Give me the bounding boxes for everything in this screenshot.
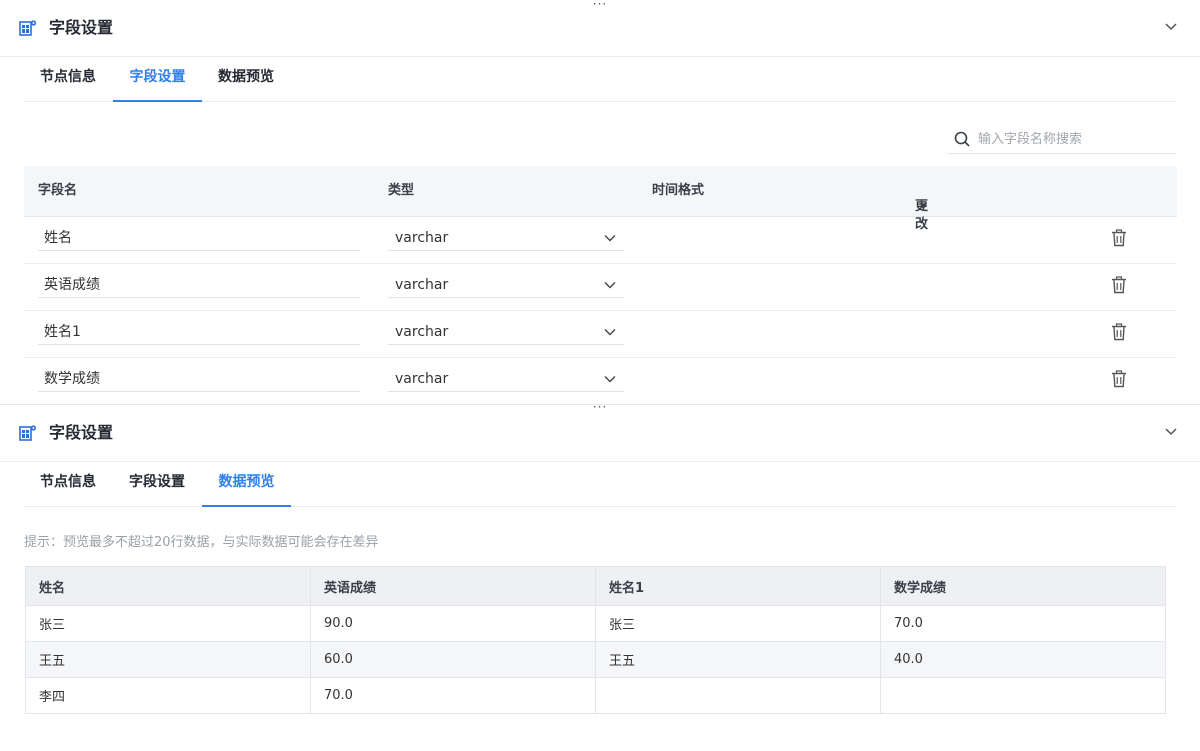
field-type-value: varchar <box>395 277 449 293</box>
panel-header: 字段设置 <box>0 405 1200 462</box>
column-header: 数学成绩 <box>880 566 1166 606</box>
field-row: 姓名 varchar <box>24 217 1177 264</box>
column-header: 姓名 <box>25 566 311 606</box>
table-cell: 张三 <box>595 605 881 642</box>
column-header-type: 类型 <box>388 183 415 198</box>
chevron-down-icon <box>604 329 616 336</box>
field-type-value: varchar <box>395 324 449 340</box>
preview-table: 姓名 英语成绩 姓名1 数学成绩 张三 90.0 张三 70.0 王五 60.0… <box>25 566 1166 714</box>
trash-icon[interactable] <box>1111 229 1127 247</box>
panel-title: 字段设置 <box>49 18 114 37</box>
table-row: 张三 90.0 张三 70.0 <box>25 605 1166 642</box>
tab-node-info[interactable]: 节点信息 <box>24 461 112 505</box>
tab-data-preview[interactable]: 数据预览 <box>202 56 290 100</box>
field-type-value: varchar <box>395 371 449 387</box>
field-name-input[interactable]: 姓名1 <box>38 320 360 345</box>
column-header-field-name: 字段名 <box>38 183 78 198</box>
column-header-time-format: 时间格式 <box>652 183 705 198</box>
table-cell <box>595 677 881 714</box>
chevron-down-icon[interactable] <box>1164 22 1178 32</box>
trash-icon[interactable] <box>1111 276 1127 294</box>
field-row: 数学成绩 varchar <box>24 358 1177 405</box>
tab-bar: 节点信息 字段设置 数据预览 <box>24 56 1177 102</box>
tab-node-info[interactable]: 节点信息 <box>24 56 112 100</box>
tab-field-settings[interactable]: 字段设置 <box>113 461 201 505</box>
field-type-value: varchar <box>395 230 449 246</box>
trash-icon[interactable] <box>1111 323 1127 341</box>
field-type-select[interactable]: varchar <box>388 273 624 298</box>
column-header: 英语成绩 <box>310 566 596 606</box>
search-input[interactable] <box>978 128 1168 150</box>
tab-data-preview[interactable]: 数据预览 <box>202 461 291 507</box>
table-cell: 李四 <box>25 677 311 714</box>
table-row: 王五 60.0 王五 40.0 <box>25 641 1166 678</box>
chevron-down-icon <box>604 235 616 242</box>
panel-header: 字段设置 <box>0 0 1200 57</box>
table-cell: 70.0 <box>880 605 1166 642</box>
table-cell: 90.0 <box>310 605 596 642</box>
field-table-header: 字段名 类型 时间格式 更改 ▼ <box>24 166 1177 232</box>
table-cell: 王五 <box>595 641 881 678</box>
table-row: 李四 70.0 <box>25 677 1166 714</box>
tab-field-settings[interactable]: 字段设置 <box>113 56 202 102</box>
field-type-select[interactable]: varchar <box>388 367 624 392</box>
table-cell: 40.0 <box>880 641 1166 678</box>
field-row: 英语成绩 varchar <box>24 264 1177 311</box>
chevron-down-icon <box>604 282 616 289</box>
search-icon <box>954 131 970 147</box>
field-type-select[interactable]: varchar <box>388 226 624 251</box>
field-type-select[interactable]: varchar <box>388 320 624 345</box>
field-settings-panel-top: ··· 字段设置 节点信息 字段设置 数据预览 字段名 类型 <box>0 0 1200 405</box>
field-table: 字段名 类型 时间格式 更改▼ 姓名 varchar 英语成绩 varchar <box>24 166 1177 405</box>
chevron-down-icon <box>604 376 616 383</box>
field-name-input[interactable]: 数学成绩 <box>38 367 360 392</box>
tab-bar: 节点信息 字段设置 数据预览 <box>24 461 1177 507</box>
table-cell: 王五 <box>25 641 311 678</box>
table-settings-icon <box>19 425 37 441</box>
field-name-input[interactable]: 姓名 <box>38 226 360 251</box>
field-name-input[interactable]: 英语成绩 <box>38 273 360 298</box>
chevron-down-icon[interactable] <box>1164 427 1178 437</box>
preview-hint: 提示：预览最多不超过20行数据，与实际数据可能会存在差异 <box>24 535 379 550</box>
panel-title: 字段设置 <box>49 423 114 442</box>
table-cell <box>880 677 1166 714</box>
field-row: 姓名1 varchar <box>24 311 1177 358</box>
table-cell: 70.0 <box>310 677 596 714</box>
trash-icon[interactable] <box>1111 370 1127 388</box>
caret-down-icon[interactable]: ▼ <box>920 198 927 216</box>
search-box <box>948 124 1176 154</box>
table-cell: 60.0 <box>310 641 596 678</box>
column-header: 姓名1 <box>595 566 881 606</box>
table-cell: 张三 <box>25 605 311 642</box>
field-settings-panel-bottom: ··· 字段设置 节点信息 字段设置 数据预览 提示：预览最多不超过20行数据，… <box>0 401 1200 751</box>
table-settings-icon <box>19 20 37 36</box>
preview-header-row: 姓名 英语成绩 姓名1 数学成绩 <box>25 566 1166 606</box>
